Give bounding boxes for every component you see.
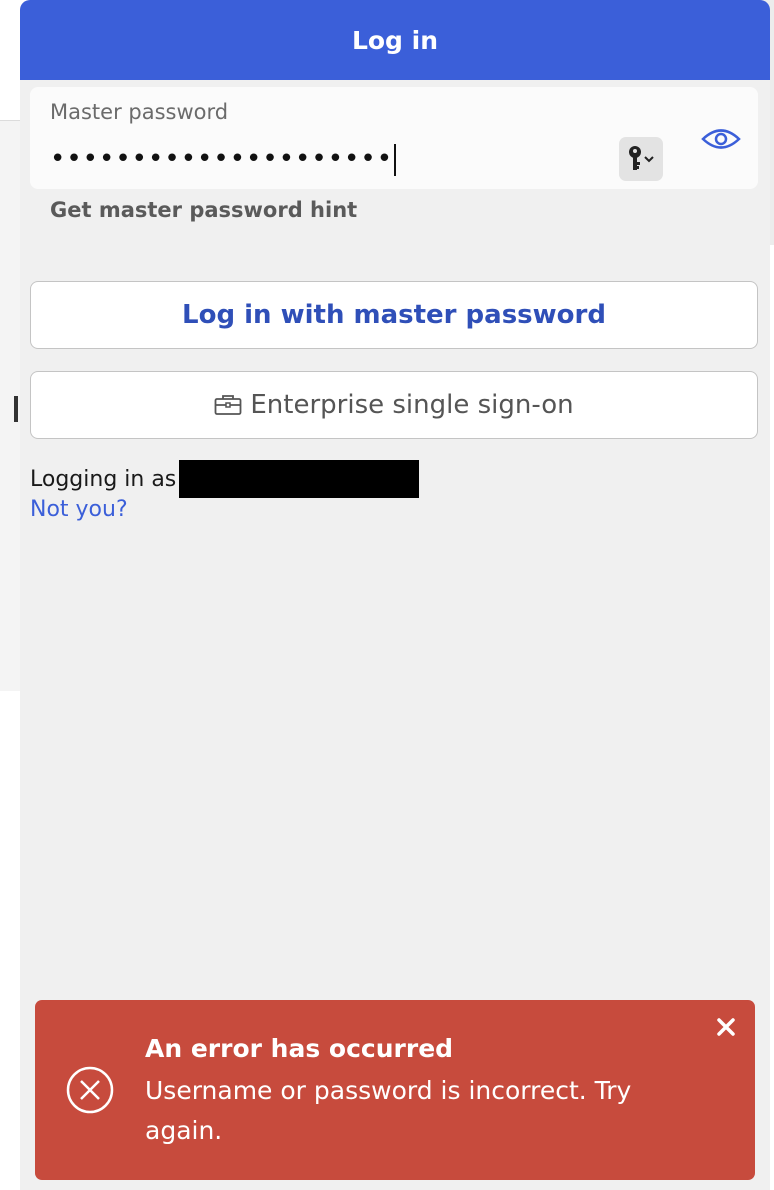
not-you-link[interactable]: Not you? <box>30 497 128 522</box>
logging-in-as: Logging in as <box>30 460 420 498</box>
page-title: Log in <box>351 25 439 55</box>
password-generator-button[interactable] <box>619 137 663 181</box>
enterprise-sso-label: Enterprise single sign-on <box>250 390 574 420</box>
login-with-master-password-button[interactable]: Log in with master password <box>30 281 758 349</box>
master-password-field[interactable]: Master password ••••••••••••••••••••• <box>30 87 758 189</box>
briefcase-icon <box>214 394 242 416</box>
logging-in-as-label: Logging in as <box>30 466 177 492</box>
toggle-visibility-button[interactable] <box>700 124 742 154</box>
login-popup: Log in Master password •••••••••••••••••… <box>20 0 770 1190</box>
header: Log in <box>20 0 770 80</box>
enterprise-sso-button[interactable]: Enterprise single sign-on <box>30 371 758 439</box>
error-circle-x-icon <box>66 1066 114 1114</box>
redacted-email <box>179 460 420 498</box>
error-toast[interactable]: An error has occurred Username or passwo… <box>35 1000 755 1180</box>
toast-message: Username or password is incorrect. Try a… <box>145 1076 632 1145</box>
master-password-label: Master password <box>50 100 229 124</box>
text-caret <box>394 143 397 176</box>
key-icon <box>629 146 654 170</box>
master-password-input[interactable]: ••••••••••••••••••••• <box>50 139 397 179</box>
background-page-mark <box>14 396 18 422</box>
master-password-value: ••••••••••••••••••••• <box>50 144 394 174</box>
close-icon[interactable] <box>715 1016 737 1038</box>
toast-title: An error has occurred <box>145 1034 454 1063</box>
login-with-master-password-label: Log in with master password <box>182 300 606 330</box>
master-password-hint-link[interactable]: Get master password hint <box>50 198 357 222</box>
eye-icon <box>701 129 741 149</box>
